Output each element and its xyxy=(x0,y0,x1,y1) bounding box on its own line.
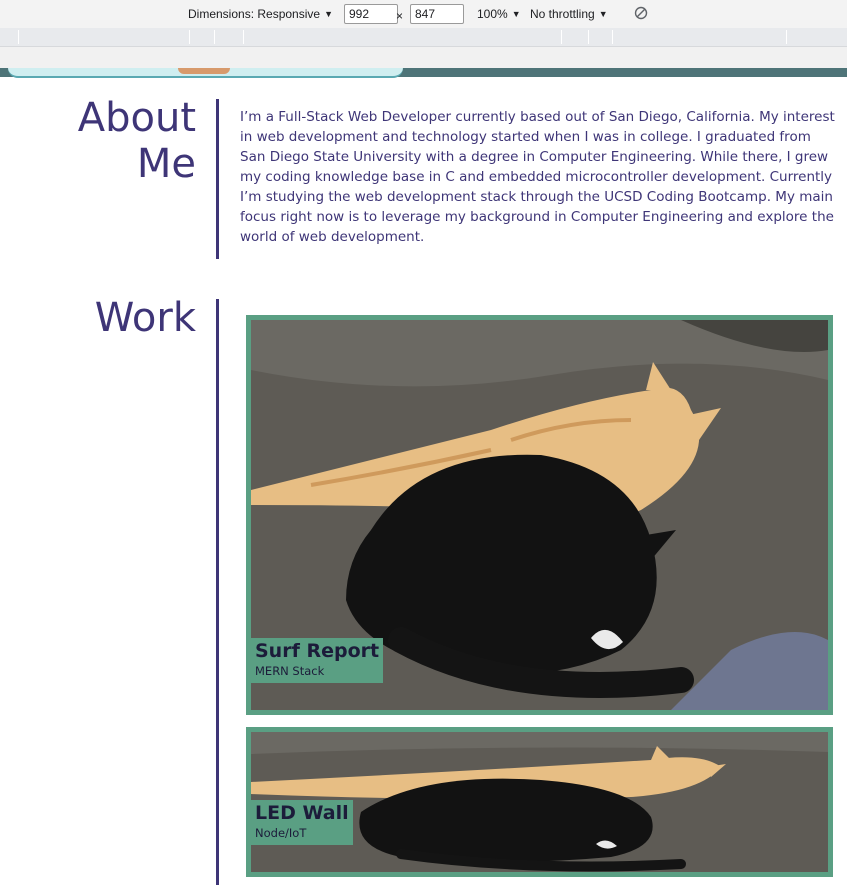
dimensions-dropdown[interactable]: Dimensions: Responsive ▼ xyxy=(188,7,333,21)
project-title: Surf Report xyxy=(255,640,380,662)
chevron-down-icon: ▼ xyxy=(324,9,333,19)
rotate-icon[interactable] xyxy=(634,6,648,23)
project-label: LED Wall Node/IoT xyxy=(251,800,353,845)
project-title: LED Wall xyxy=(255,802,349,824)
media-query-bar[interactable] xyxy=(0,28,847,47)
project-subtitle: Node/IoT xyxy=(255,826,307,840)
ruler-spacer xyxy=(0,47,847,68)
throttling-dropdown[interactable]: No throttling ▼ xyxy=(530,7,608,21)
media-query-segment[interactable] xyxy=(612,30,613,44)
work-heading: Work xyxy=(94,295,196,341)
media-query-segment[interactable] xyxy=(18,30,19,44)
media-query-segment[interactable] xyxy=(588,30,589,44)
media-query-segment[interactable] xyxy=(189,30,190,44)
project-card-led-wall[interactable]: LED Wall Node/IoT xyxy=(246,727,833,877)
chevron-down-icon: ▼ xyxy=(598,9,608,19)
header-illustration xyxy=(8,68,403,78)
dimensions-label: Dimensions: Responsive xyxy=(188,7,321,21)
about-divider xyxy=(216,99,219,259)
chevron-down-icon: ▼ xyxy=(511,9,521,19)
media-query-segment[interactable] xyxy=(561,30,562,44)
avatar xyxy=(178,68,230,74)
height-input[interactable] xyxy=(410,4,464,24)
media-query-segment[interactable] xyxy=(214,30,215,44)
zoom-dropdown[interactable]: 100% ▼ xyxy=(477,7,521,21)
throttling-label: No throttling xyxy=(530,7,595,21)
about-heading: About Me xyxy=(77,95,196,187)
project-subtitle: MERN Stack xyxy=(255,664,325,678)
about-text: I’m a Full-Stack Web Developer currently… xyxy=(240,109,835,245)
times-sign: × xyxy=(396,9,404,23)
devtools-toolbar: Dimensions: Responsive▼ × 100%▼ No throt… xyxy=(0,0,847,29)
media-query-segment[interactable] xyxy=(243,30,244,44)
project-label: Surf Report MERN Stack xyxy=(251,638,384,683)
media-query-segment[interactable] xyxy=(786,30,787,44)
work-divider xyxy=(216,299,219,885)
project-card-surf-report[interactable]: Surf Report MERN Stack xyxy=(246,315,833,715)
width-input[interactable] xyxy=(344,4,398,24)
zoom-label: 100% xyxy=(477,7,508,21)
